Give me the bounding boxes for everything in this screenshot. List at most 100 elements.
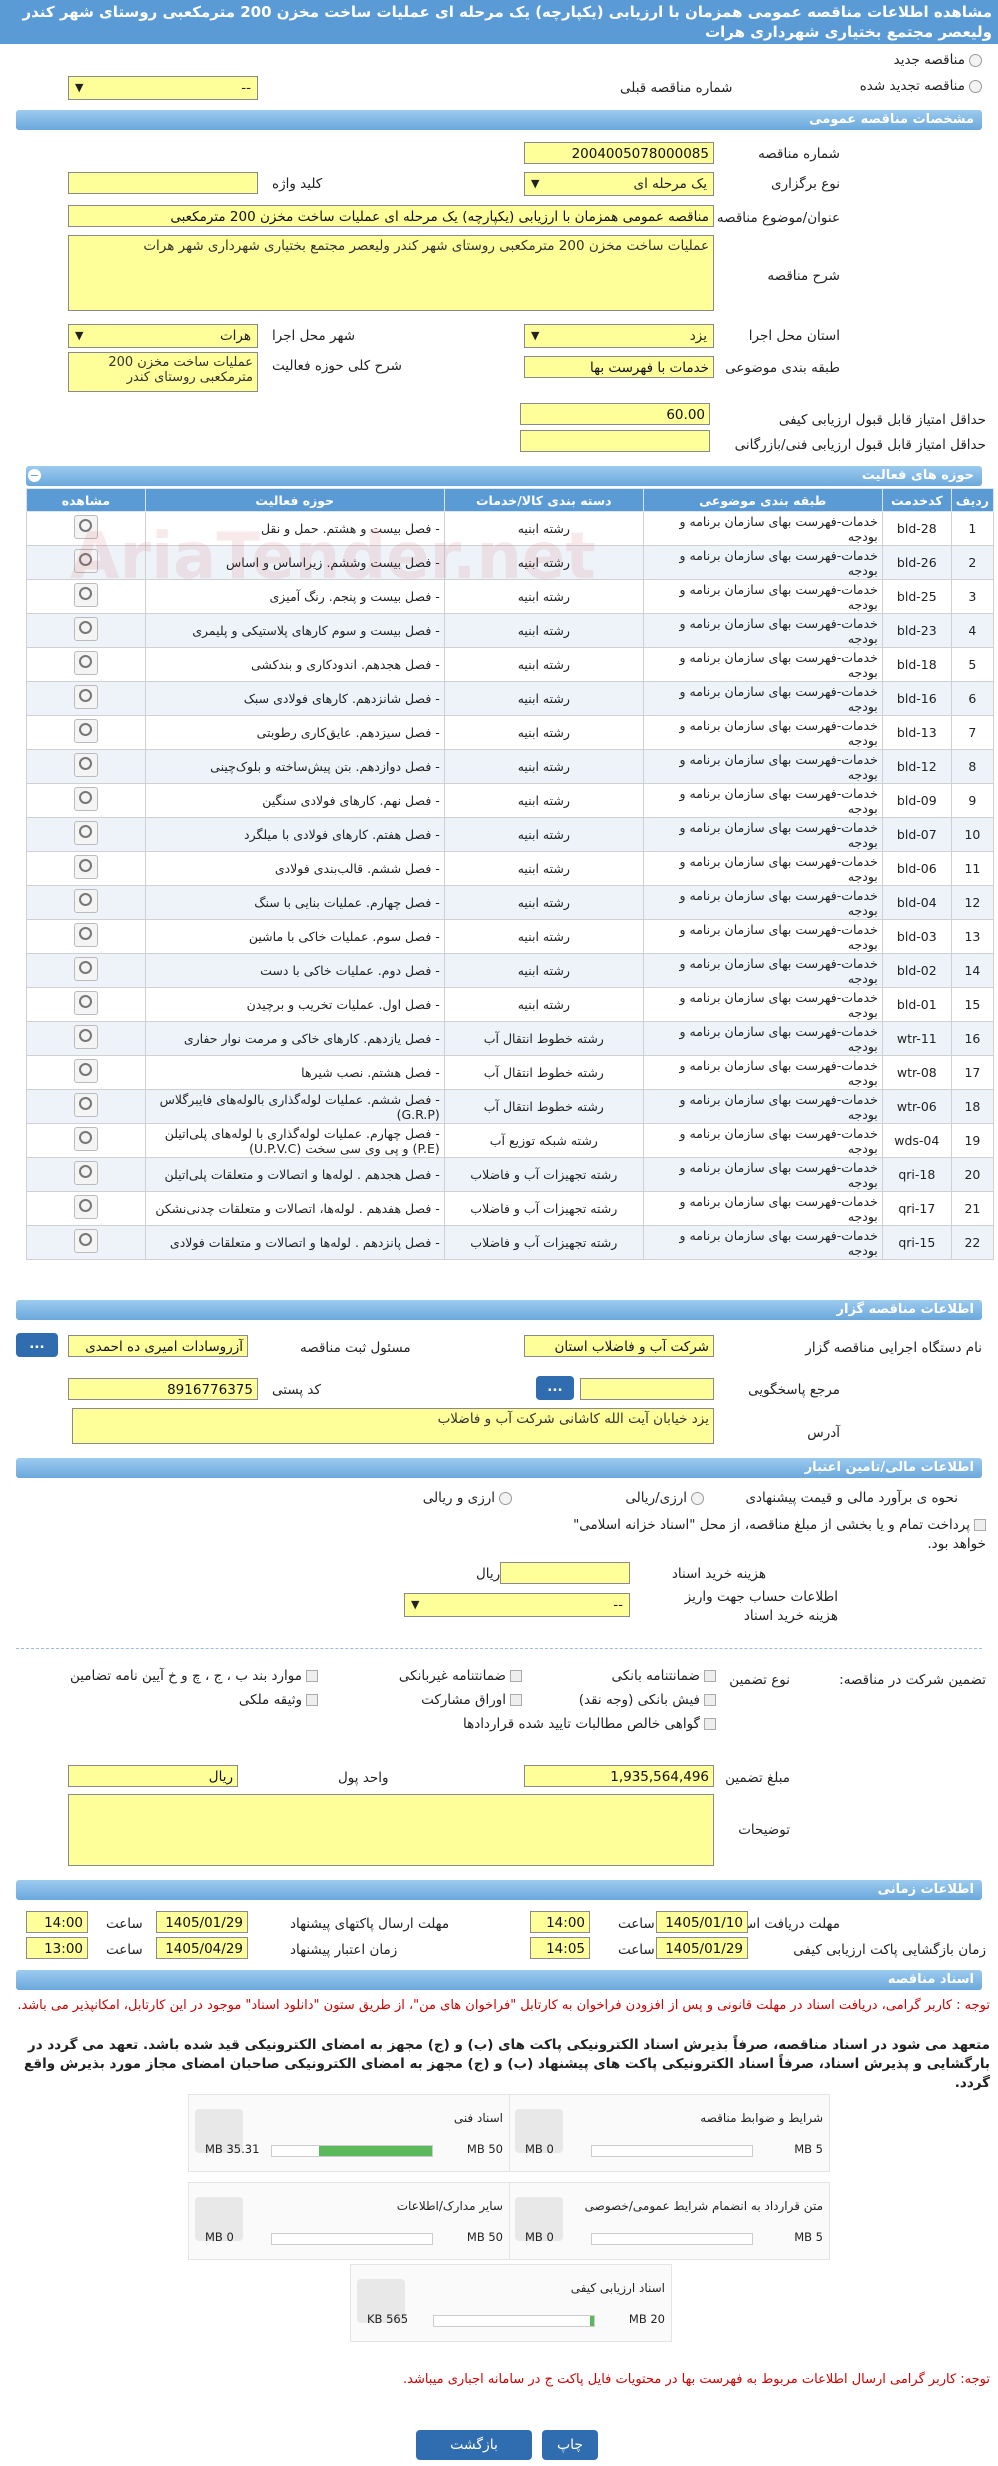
back-button[interactable]: بازگشت xyxy=(416,2430,532,2460)
send-time-field[interactable]: 14:00 xyxy=(26,1911,88,1933)
tender-number-field[interactable]: 2004005078000085 xyxy=(524,142,714,164)
subject-field[interactable]: مناقصه عمومی همزمان با ارزیابی (یکپارچه)… xyxy=(68,205,714,227)
magnifier-icon xyxy=(73,855,98,879)
officer-field[interactable]: آزروسادات امیری ده احمدی xyxy=(68,1335,248,1357)
table-row: 13 bld-03 خدمات-فهرست بهای سازمان برنامه و… xyxy=(26,919,995,954)
max-size: 50 MB xyxy=(466,2142,503,2156)
view-button[interactable] xyxy=(26,817,146,852)
progress-fill xyxy=(589,2316,594,2326)
receive-date-field[interactable]: 1405/01/10 xyxy=(656,1911,748,1933)
cell-field: - فصل ششم. قالب‌بندی فولادی xyxy=(144,851,445,886)
treasury-payment-checkbox[interactable]: پرداخت تمام و یا بخشی از مبلغ مناقصه، از… xyxy=(536,1516,986,1554)
current-size: 35.31 MB xyxy=(205,2142,260,2156)
address-label: آدرس xyxy=(807,1425,840,1441)
category-field[interactable]: خدمات با فهرست بها xyxy=(524,356,714,378)
magnifier-icon xyxy=(73,617,98,641)
ref-field[interactable] xyxy=(580,1378,714,1400)
keyword-field[interactable] xyxy=(68,172,258,194)
view-button[interactable] xyxy=(26,1157,146,1192)
notes-area[interactable] xyxy=(68,1794,714,1866)
page-title: مشاهده اطلاعات مناقصه عمومی همزمان با ار… xyxy=(0,0,998,44)
opt-contract-claims[interactable]: گواهی خالص مطالبات تایید شده قراردادها xyxy=(463,1716,716,1732)
min-quality-label: حداقل امتیاز قابل قبول ارزیابی کیفی xyxy=(778,412,986,428)
receive-time-field[interactable]: 14:00 xyxy=(530,1911,590,1933)
view-button[interactable] xyxy=(26,851,146,886)
view-button[interactable] xyxy=(26,579,146,614)
view-button[interactable] xyxy=(26,885,146,920)
validity-time-field[interactable]: 13:00 xyxy=(26,1937,88,1959)
amount-field[interactable]: 1,935,564,496 xyxy=(524,1765,714,1787)
table-row: 8 bld-12 خدمات-فهرست بهای سازمان برنامه و … xyxy=(26,749,995,784)
min-quality-field[interactable]: 60.00 xyxy=(520,403,710,425)
chevron-down-icon: ▼ xyxy=(75,329,84,342)
view-button[interactable] xyxy=(26,783,146,818)
cell-code: qri-17 xyxy=(881,1191,952,1226)
document-card[interactable]: شرایط و ضوابط مناقصه 5 MB 0 MB xyxy=(508,2094,830,2172)
document-card[interactable]: متن قرارداد به انضمام شرایط عمومی/خصوصی 5… xyxy=(508,2182,830,2260)
prev-number-label: شماره مناقصه قبلی xyxy=(620,80,733,96)
document-card[interactable]: سایر مدارک/اطلاعات 50 MB 0 MB xyxy=(188,2182,510,2260)
document-card[interactable]: اسناد فنی 50 MB 35.31 MB xyxy=(188,2094,510,2172)
officer-lookup-button[interactable]: ... xyxy=(16,1333,58,1357)
validity-date-field[interactable]: 1405/04/29 xyxy=(156,1937,248,1959)
view-button[interactable] xyxy=(26,715,146,750)
open-time-field[interactable]: 14:05 xyxy=(530,1937,590,1959)
view-button[interactable] xyxy=(26,681,146,716)
view-button[interactable] xyxy=(26,919,146,954)
view-button[interactable] xyxy=(26,953,146,988)
exec-field[interactable]: شرکت آب و فاضلاب استان xyxy=(524,1335,714,1357)
view-button[interactable] xyxy=(26,1225,146,1260)
cell-index: 10 xyxy=(950,817,995,852)
province-select[interactable]: یزد ▼ xyxy=(524,324,714,348)
opt-participation-bonds[interactable]: اوراق مشارکت xyxy=(421,1692,522,1708)
view-button[interactable] xyxy=(26,545,146,580)
view-button[interactable] xyxy=(26,1055,146,1090)
prev-number-select[interactable]: -- ▼ xyxy=(68,76,258,100)
cell-index: 12 xyxy=(950,885,995,920)
document-name: شرایط و ضوابط مناقصه xyxy=(700,2111,823,2125)
view-button[interactable] xyxy=(26,1191,146,1226)
view-button[interactable] xyxy=(26,987,146,1022)
cell-field: - فصل هفتم. کارهای فولادی با میلگرد xyxy=(144,817,445,852)
document-card[interactable]: اسناد ارزیابی کیفی 20 MB 565 KB xyxy=(350,2264,672,2342)
view-button[interactable] xyxy=(26,511,146,546)
city-label: شهر محل اجرا xyxy=(272,328,356,344)
opt-bank-guarantee[interactable]: ضمانتنامه بانکی xyxy=(612,1668,716,1684)
description-area[interactable]: عملیات ساخت مخزن 200 مترمکعبی روستای شهر… xyxy=(68,235,714,311)
radio-renewed-tender[interactable]: مناقصه تجدید شده xyxy=(860,78,982,94)
view-button[interactable] xyxy=(26,1089,146,1124)
address-area[interactable]: یزد خیابان آیت الله کاشانی شرکت آب و فاض… xyxy=(72,1408,714,1444)
min-tech-field[interactable] xyxy=(520,430,710,452)
collapse-icon[interactable]: − xyxy=(28,469,41,482)
send-date-field[interactable]: 1405/01/29 xyxy=(156,1911,248,1933)
radio-currency-or-rial[interactable]: ارزی/ریالی xyxy=(625,1490,704,1506)
city-select[interactable]: هرات ▼ xyxy=(68,324,258,348)
radio-currency-and-rial[interactable]: ارزی و ریالی xyxy=(423,1490,512,1506)
cell-category: خدمات-فهرست بهای سازمان برنامه و بودجه xyxy=(642,1055,883,1090)
section-financial-header: اطلاعات مالی/تامین اعتبار xyxy=(16,1458,982,1478)
opt-property-collateral[interactable]: وثیقه ملکی xyxy=(239,1692,318,1708)
view-button[interactable] xyxy=(26,647,146,682)
view-button[interactable] xyxy=(26,1021,146,1056)
cell-index: 1 xyxy=(950,511,995,546)
doc-cost-field[interactable] xyxy=(500,1562,630,1584)
postal-field[interactable]: 8916776375 xyxy=(68,1378,258,1400)
section-documents-header: اسناد مناقصه xyxy=(16,1970,982,1990)
unit-field[interactable]: ریال xyxy=(68,1765,238,1787)
ref-lookup-button[interactable]: ... xyxy=(536,1376,574,1400)
holding-type-select[interactable]: یک مرحله ای ▼ xyxy=(524,172,714,196)
radio-new-tender[interactable]: مناقصه جدید xyxy=(894,52,982,68)
open-date-field[interactable]: 1405/01/29 xyxy=(656,1937,748,1959)
opt-nonbank-guarantee[interactable]: ضمانتنامه غیربانکی xyxy=(399,1668,522,1684)
holding-type-label: نوع برگزاری xyxy=(771,176,840,192)
print-button[interactable]: چاپ xyxy=(542,2430,598,2460)
opt-regulation-items[interactable]: موارد بند ب ، ج ، چ و خ آیین نامه تضامین xyxy=(70,1668,318,1684)
account-select[interactable]: -- ▼ xyxy=(404,1593,630,1617)
table-row: 16 wtr-11 خدمات-فهرست بهای سازمان برنامه و… xyxy=(26,1021,995,1056)
view-button[interactable] xyxy=(26,749,146,784)
activity-desc-area[interactable]: عملیات ساخت مخزن 200 مترمکعبی روستای کند… xyxy=(68,352,258,392)
view-button[interactable] xyxy=(26,613,146,648)
cell-field: - فصل دوم. عملیات خاکی با دست xyxy=(144,953,445,988)
view-button[interactable] xyxy=(26,1123,146,1158)
opt-bank-receipt[interactable]: فیش بانکی (وجه نقد) xyxy=(579,1692,716,1708)
